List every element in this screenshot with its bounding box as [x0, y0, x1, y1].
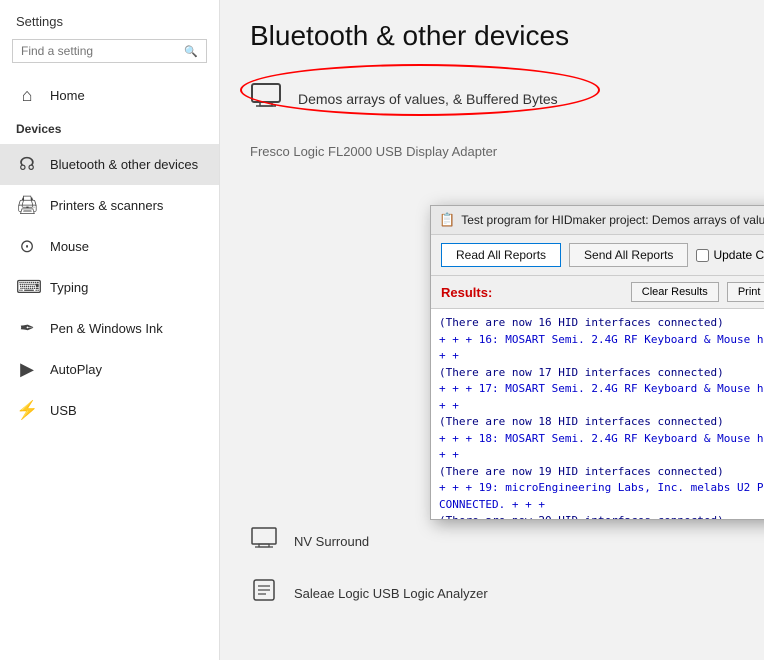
- sidebar-item-mouse[interactable]: ⊙ Mouse: [0, 226, 219, 267]
- pen-icon: ✒: [16, 318, 38, 339]
- main-content: Bluetooth & other devices Demos arrays o…: [220, 0, 764, 660]
- sidebar-section-devices: Devices: [0, 116, 219, 144]
- dialog-toolbar: Read All Reports Send All Reports Update…: [431, 235, 764, 276]
- nv-surround-label: NV Surround: [294, 534, 369, 549]
- read-all-reports-button[interactable]: Read All Reports: [441, 243, 561, 267]
- sidebar-item-printers[interactable]: 🖨 Printers & scanners: [0, 185, 219, 226]
- search-box[interactable]: 🔍: [12, 39, 207, 63]
- sidebar-item-home[interactable]: ⌂ Home: [0, 75, 219, 116]
- autoplay-icon: ▶: [16, 359, 38, 380]
- separator-device-label: Fresco Logic FL2000 USB Display Adapter: [250, 144, 497, 159]
- dialog-titlebar: 📋 Test program for HIDmaker project: Dem…: [431, 206, 764, 235]
- sidebar-item-printers-label: Printers & scanners: [50, 198, 163, 213]
- sidebar-item-bluetooth[interactable]: ☊ Bluetooth & other devices: [0, 144, 219, 185]
- search-icon: 🔍: [184, 45, 198, 58]
- typing-icon: ⌨: [16, 277, 38, 298]
- sidebar-item-pen-label: Pen & Windows Ink: [50, 321, 163, 336]
- dialog-window: 📋 Test program for HIDmaker project: Dem…: [430, 205, 764, 520]
- results-area[interactable]: (There are now 16 HID interfaces connect…: [431, 309, 764, 519]
- sidebar-item-autoplay[interactable]: ▶ AutoPlay: [0, 349, 219, 390]
- search-input[interactable]: [21, 44, 184, 58]
- update-continuously-input[interactable]: [696, 249, 709, 262]
- update-continuously-checkbox[interactable]: Update Continuously: [696, 248, 764, 262]
- sidebar-item-usb[interactable]: ⚡ USB: [0, 390, 219, 431]
- send-all-reports-button[interactable]: Send All Reports: [569, 243, 688, 267]
- device-icon: [250, 82, 282, 116]
- dialog-title-text: Test program for HIDmaker project: Demos…: [461, 213, 764, 227]
- page-title: Bluetooth & other devices: [250, 20, 734, 52]
- printer-icon: 🖨: [16, 195, 38, 216]
- nv-surround-icon: [250, 526, 278, 556]
- featured-device-item: Demos arrays of values, & Buffered Bytes: [250, 72, 558, 126]
- app-title: Settings: [0, 0, 219, 39]
- clear-results-button[interactable]: Clear Results: [631, 282, 719, 302]
- results-header: Results: Clear Results Print Results Sav…: [431, 276, 764, 309]
- sidebar-item-autoplay-label: AutoPlay: [50, 362, 102, 377]
- sidebar-item-usb-label: USB: [50, 403, 77, 418]
- saleae-label: Saleae Logic USB Logic Analyzer: [294, 586, 488, 601]
- sidebar-item-typing[interactable]: ⌨ Typing: [0, 267, 219, 308]
- featured-device-label: Demos arrays of values, & Buffered Bytes: [298, 91, 558, 107]
- sidebar-item-bluetooth-label: Bluetooth & other devices: [50, 157, 198, 172]
- nv-surround-item: NV Surround: [250, 516, 764, 566]
- dialog-title-icon: 📋: [439, 212, 455, 228]
- home-icon: ⌂: [16, 85, 38, 106]
- sidebar-item-typing-label: Typing: [50, 280, 88, 295]
- sidebar-item-pen[interactable]: ✒ Pen & Windows Ink: [0, 308, 219, 349]
- results-label: Results:: [441, 285, 623, 300]
- print-results-button[interactable]: Print Results: [727, 282, 764, 302]
- bottom-devices: NV Surround Saleae Logic USB Logic Analy…: [250, 516, 764, 620]
- saleae-icon: [250, 576, 278, 610]
- sidebar-item-home-label: Home: [50, 88, 85, 103]
- separator-device: Fresco Logic FL2000 USB Display Adapter: [250, 136, 734, 167]
- bluetooth-icon: ☊: [16, 154, 38, 175]
- sidebar: Settings 🔍 ⌂ Home Devices ☊ Bluetooth & …: [0, 0, 220, 660]
- saleae-item: Saleae Logic USB Logic Analyzer: [250, 566, 764, 620]
- sidebar-item-mouse-label: Mouse: [50, 239, 89, 254]
- usb-icon: ⚡: [16, 400, 38, 421]
- update-continuously-label: Update Continuously: [713, 248, 764, 262]
- mouse-icon: ⊙: [16, 236, 38, 257]
